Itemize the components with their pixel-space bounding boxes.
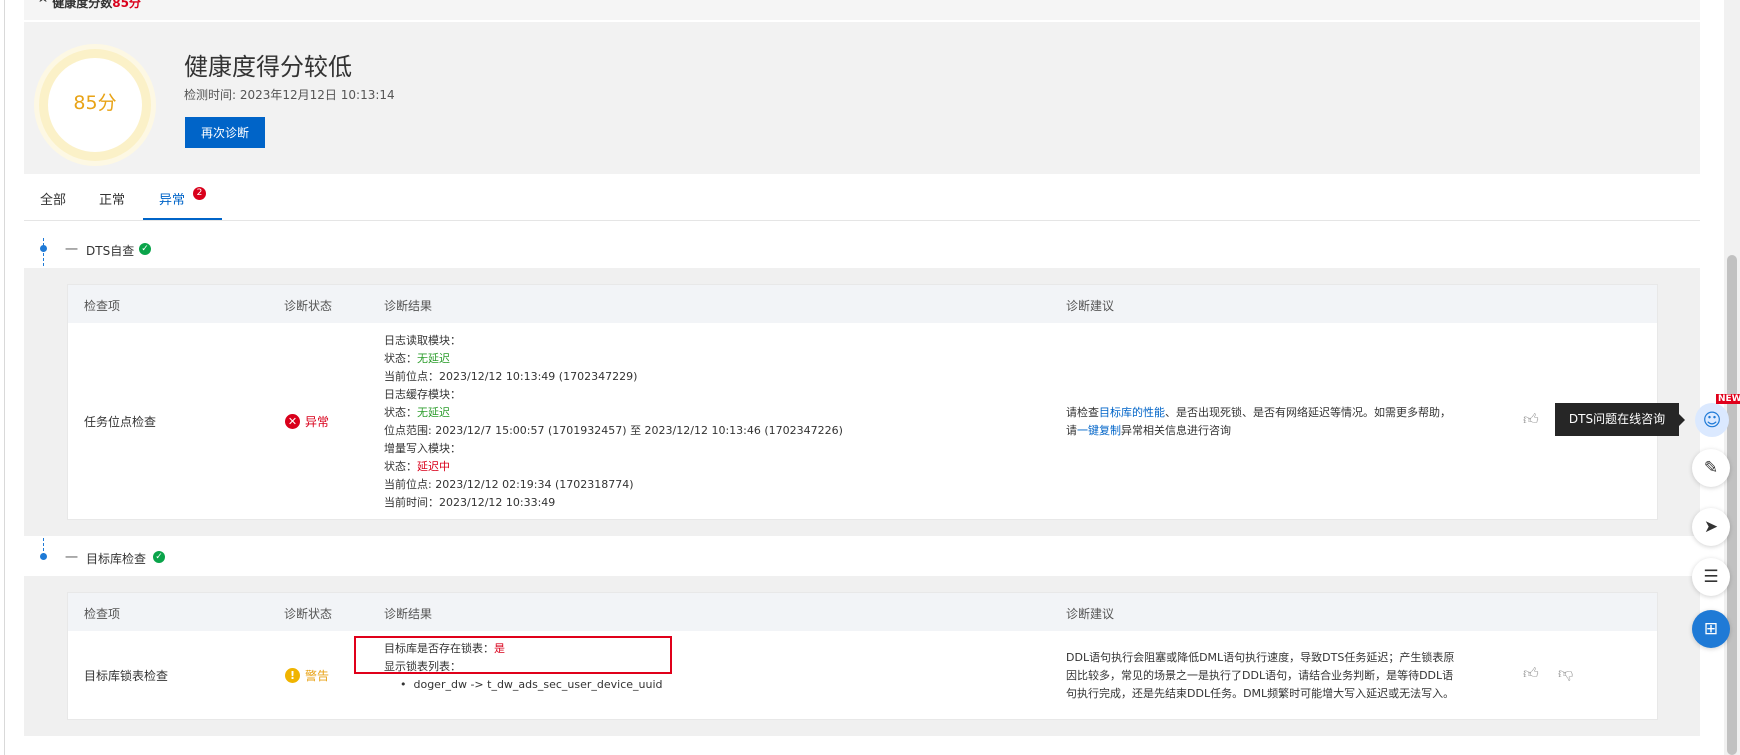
tab-normal[interactable]: 正常 [99, 189, 125, 208]
thumbs-down-icon[interactable]: 👎︎ [1558, 664, 1573, 683]
advice-line: DDL语句执行会阻塞或降低DML语句执行速度，导致DTS任务延迟；产生锁表原 [1066, 651, 1455, 664]
thumbs-up-icon[interactable]: 👍︎ [1523, 410, 1539, 429]
apps-icon[interactable]: ⊞ [1692, 610, 1730, 648]
health-section-header[interactable]: ^ 健康度分数85分 [24, 0, 1700, 20]
result-line: 增量写入模块： [384, 442, 461, 455]
status-warning: 警告 [305, 669, 330, 683]
scrollbar-thumb[interactable] [1727, 255, 1737, 755]
consult-tooltip: DTS问题在线咨询 [1555, 403, 1679, 436]
diagnosis-advice: 请检查目标库的性能、是否出现死锁、是否有网络延迟等情况。如需更多帮助， 请一键复… [1066, 406, 1451, 437]
edit-icon[interactable]: ✎ [1692, 449, 1730, 487]
result-line: 日志读取模块： [384, 334, 461, 347]
target-section-title: 目标库检查 [86, 552, 147, 566]
collapse-target-icon[interactable]: 一 [65, 547, 78, 566]
tooltip-arrow [1679, 414, 1685, 426]
copy-info-link[interactable]: 一键复制 [1077, 424, 1121, 437]
check-item-name: 任务位点检查 [84, 415, 157, 429]
result-line: 当前位点: 2023/12/12 02:19:34 (1702318774) [384, 478, 634, 491]
result-line: 日志缓存模块： [384, 388, 461, 401]
check-item-name: 目标库锁表检查 [84, 669, 169, 683]
thumbs-up-icon[interactable]: 👍︎ [1523, 664, 1539, 683]
megaphone-icon[interactable]: ➤ [1692, 508, 1730, 546]
target-table-header: 检查项 诊断状态 诊断结果 诊断建议 [67, 592, 1658, 632]
annotation-highlight-box [354, 636, 672, 674]
col-status: 诊断状态 [284, 607, 333, 621]
page: ^ 健康度分数85分 85分 健康度得分较低 检测时间: 2023年12月12日… [0, 0, 1740, 755]
timeline-dot [40, 245, 47, 252]
result-line: 状态：无延迟 [384, 406, 450, 419]
health-headline: 健康度得分较低 [184, 53, 352, 81]
error-icon: ✕ [285, 414, 300, 429]
rediagnose-button[interactable]: 再次诊断 [185, 117, 265, 148]
locked-table-item: • doger_dw -> t_dw_ads_sec_user_device_u… [400, 678, 663, 691]
result-line: 状态：延迟中 [384, 460, 450, 473]
col-check-item: 检查项 [84, 299, 121, 313]
col-status: 诊断状态 [284, 299, 333, 313]
abnormal-count-badge: 2 [193, 187, 206, 200]
chat-icon[interactable]: ☰ [1692, 558, 1730, 596]
status-abnormal: 异常 [305, 415, 330, 429]
table-row: 目标库锁表检查 ! 警告 目标库是否存在锁表：是 显示锁表列表： • doger… [67, 631, 1658, 720]
timeline-dot [40, 553, 47, 560]
result-line: 状态：无延迟 [384, 352, 450, 365]
active-tab-indicator [143, 218, 222, 220]
col-check-item: 检查项 [84, 607, 121, 621]
left-border [4, 0, 5, 755]
new-badge: NEW [1716, 394, 1740, 404]
col-result: 诊断结果 [384, 607, 433, 621]
collapse-dts-icon[interactable]: 一 [65, 239, 78, 258]
robot-assistant-icon[interactable]: ☺ [1695, 403, 1729, 437]
diagnosis-advice: DDL语句执行会阻塞或降低DML语句执行速度，导致DTS任务延迟；产生锁表原 因… [1066, 649, 1454, 703]
check-circle-icon: ✓ [139, 243, 151, 255]
health-section-title: ^ 健康度分数85分 [38, 0, 141, 10]
result-line: 位点范围: 2023/12/7 15:00:57 (1701932457) 至 … [384, 424, 843, 437]
dts-table-header: 检查项 诊断状态 诊断结果 诊断建议 [67, 284, 1658, 324]
advice-line: 因比较多，常见的场景之一是执行了DDL语句，请结合业务判断，是等待DDL语 [1066, 669, 1454, 682]
tab-all[interactable]: 全部 [40, 189, 66, 208]
filter-tabs: 全部 正常 异常 [24, 176, 1700, 221]
diagnosis-result: 日志读取模块： 状态：无延迟 当前位点：2023/12/12 10:13:49 … [384, 332, 843, 512]
result-line: 当前位点：2023/12/12 10:13:49 (1702347229) [384, 370, 638, 383]
advice-line: 句执行完成，还是先结束DDL任务。DML频繁时可能增大写入延迟或无法写入。 [1066, 687, 1455, 700]
tab-abnormal[interactable]: 异常 [159, 189, 185, 208]
check-circle-icon: ✓ [153, 551, 165, 563]
target-db-performance-link[interactable]: 目标库的性能 [1099, 406, 1165, 419]
col-result: 诊断结果 [384, 299, 433, 313]
result-line: 当前时间：2023/12/12 10:33:49 [384, 496, 556, 509]
col-advice: 诊断建议 [1066, 299, 1115, 313]
col-advice: 诊断建议 [1066, 607, 1115, 621]
warning-icon: ! [285, 668, 300, 683]
check-time: 检测时间: 2023年12月12日 10:13:14 [184, 88, 395, 102]
table-row: 任务位点检查 ✕ 异常 日志读取模块： 状态：无延迟 当前位点：2023/12/… [67, 323, 1658, 520]
health-score: 85分 [73, 92, 117, 114]
dts-section-title: DTS自查 [86, 244, 135, 258]
